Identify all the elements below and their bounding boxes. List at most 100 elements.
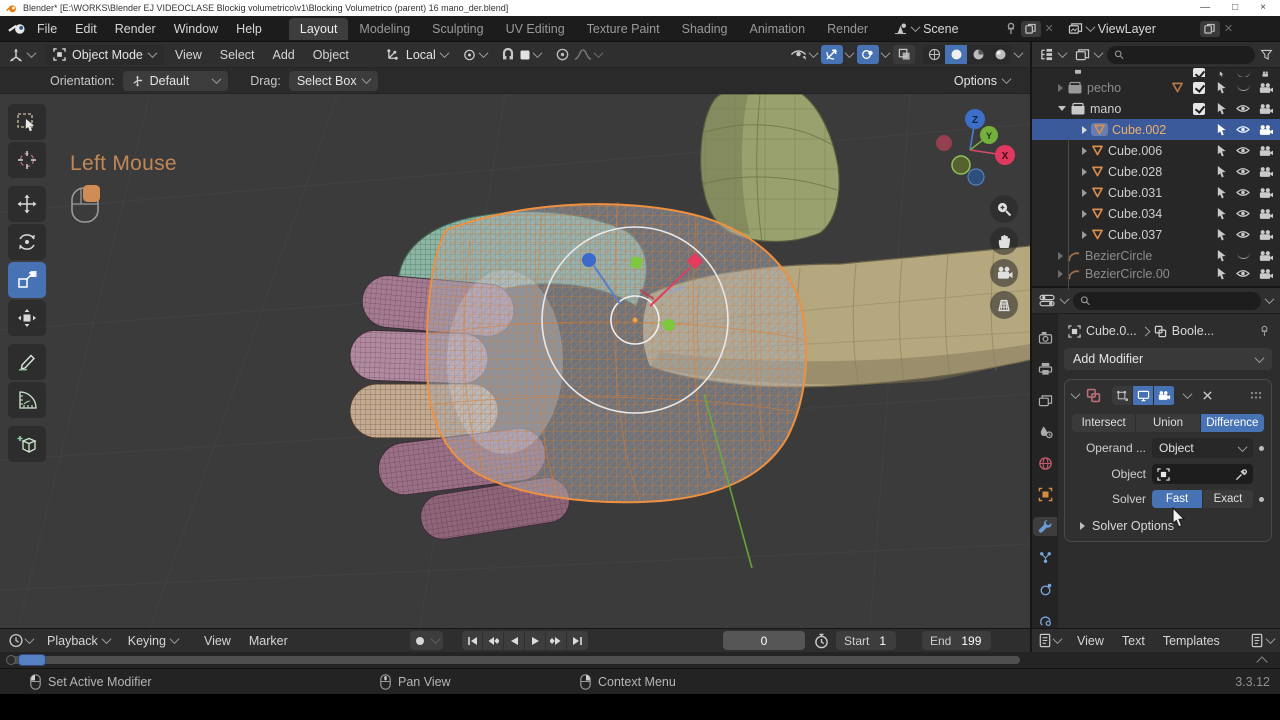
view-menu[interactable]: View xyxy=(196,632,239,650)
outliner-item-label[interactable]: pecho xyxy=(1087,81,1167,95)
record-icon[interactable] xyxy=(414,635,426,647)
overlays-toggle[interactable] xyxy=(857,45,891,64)
viewport-canvas[interactable]: Left Mouse Z Y X xyxy=(0,94,1030,628)
menu-select[interactable]: Select xyxy=(213,45,262,65)
tab-layout[interactable]: Layout xyxy=(288,17,349,40)
tab-shading[interactable]: Shading xyxy=(671,18,739,40)
add-cube-tool[interactable] xyxy=(8,426,46,462)
outliner-item-label[interactable]: Cube.002 xyxy=(1112,123,1206,137)
breadcrumb-modifier[interactable]: Boole... xyxy=(1172,324,1214,338)
pan-button[interactable] xyxy=(990,227,1018,255)
tab-particle-properties[interactable] xyxy=(1033,549,1057,568)
frame-start-field[interactable]: Start 1 xyxy=(836,631,897,650)
expand-arrow-icon[interactable] xyxy=(1058,269,1063,278)
tab-texture-paint[interactable]: Texture Paint xyxy=(576,18,671,40)
minimize-icon[interactable]: — xyxy=(1200,1,1210,15)
outliner-item-label[interactable]: Cube.031 xyxy=(1108,186,1206,200)
eye-open-icon[interactable] xyxy=(1236,125,1250,134)
upper-arm-mesh[interactable] xyxy=(700,94,840,243)
move-tool[interactable] xyxy=(8,186,46,222)
selectability-icon[interactable] xyxy=(1216,207,1227,220)
eye-open-icon[interactable] xyxy=(1236,269,1250,278)
wireframe-shading-button[interactable] xyxy=(923,45,945,64)
chevron-up-icon[interactable] xyxy=(1256,656,1268,668)
camera-render-icon[interactable] xyxy=(1258,187,1273,199)
outliner-item-label[interactable]: Cube.037 xyxy=(1108,228,1206,242)
pivot-point-dropdown[interactable] xyxy=(462,48,489,62)
zoom-button[interactable] xyxy=(990,195,1018,223)
selectability-icon[interactable] xyxy=(1216,144,1227,157)
animate-dot-icon[interactable] xyxy=(1259,445,1264,451)
new-view-layer-button[interactable] xyxy=(1199,20,1220,37)
filter-funnel-icon[interactable] xyxy=(1260,48,1273,61)
new-scene-button[interactable] xyxy=(1020,20,1041,37)
edit-mode-toggle[interactable] xyxy=(1112,386,1133,405)
new-text-button[interactable] xyxy=(1250,633,1276,648)
outliner-row-cube-034[interactable]: Cube.034 xyxy=(1032,203,1280,224)
selectability-icon[interactable] xyxy=(1216,102,1227,115)
playhead-knob[interactable] xyxy=(6,655,16,665)
jump-to-start-button[interactable] xyxy=(462,631,483,650)
drag-dropdown[interactable]: Select Box xyxy=(288,70,378,91)
view-layer-name[interactable]: ViewLayer xyxy=(1098,22,1156,36)
selectability-icon[interactable] xyxy=(1216,228,1227,241)
object-visibility-dropdown[interactable] xyxy=(790,48,819,61)
scrollbar-handle[interactable] xyxy=(18,654,46,666)
eye-open-icon[interactable] xyxy=(1236,167,1250,176)
eyedropper-icon[interactable] xyxy=(1235,468,1248,481)
text-editor-icon[interactable] xyxy=(1038,633,1052,648)
axis-navigation-gizmo[interactable]: Z Y X xyxy=(930,106,1020,190)
gizmo-z-handle[interactable] xyxy=(582,253,596,267)
text-templates-menu[interactable]: Templates xyxy=(1155,632,1228,650)
expand-arrow-icon[interactable] xyxy=(1058,83,1063,92)
outliner-row-pecho[interactable]: pecho xyxy=(1032,77,1280,98)
outliner-row-cube-002[interactable]: Cube.002 xyxy=(1032,119,1280,140)
mode-dropdown[interactable]: Object Mode xyxy=(45,44,164,65)
tab-animation[interactable]: Animation xyxy=(739,18,817,40)
view-layer-selector[interactable]: ViewLayer ✕ xyxy=(1068,20,1233,37)
outliner-search[interactable] xyxy=(1107,45,1255,64)
transform-tool[interactable] xyxy=(8,300,46,336)
properties-editor-icon[interactable] xyxy=(1039,294,1056,307)
camera-render-icon[interactable] xyxy=(1258,250,1273,262)
options-dropdown[interactable]: Options xyxy=(945,70,1018,91)
selectability-icon[interactable] xyxy=(1216,81,1227,94)
collapse-chevron-icon[interactable] xyxy=(1070,389,1081,400)
gizmo-y-handle[interactable] xyxy=(663,319,675,331)
drag-handle-icon[interactable] xyxy=(1250,391,1264,400)
expand-arrow-icon[interactable] xyxy=(1082,188,1087,197)
pin-icon[interactable] xyxy=(1005,22,1017,35)
selectability-icon[interactable] xyxy=(1216,267,1227,280)
solver-options-expander[interactable]: Solver Options xyxy=(1072,519,1264,533)
rendered-shading-button[interactable] xyxy=(989,45,1011,64)
camera-render-icon[interactable] xyxy=(1258,166,1273,178)
jump-to-keyframe-prev-button[interactable] xyxy=(483,631,504,650)
orientation-dropdown[interactable]: Default xyxy=(122,70,229,91)
playback-menu[interactable]: Playback xyxy=(39,632,118,650)
camera-render-icon[interactable] xyxy=(1258,229,1273,241)
tab-output-properties[interactable] xyxy=(1033,360,1057,379)
blender-logo-icon[interactable] xyxy=(8,22,28,36)
outliner-editor-icon[interactable] xyxy=(1039,48,1054,61)
cursor-tool[interactable] xyxy=(8,142,46,178)
camera-render-icon[interactable] xyxy=(1258,124,1273,136)
selectability-icon[interactable] xyxy=(1216,123,1227,136)
transform-orientation-dropdown[interactable]: Local xyxy=(386,48,450,62)
tab-physics-properties[interactable] xyxy=(1033,580,1057,599)
union-button[interactable]: Union xyxy=(1136,414,1201,432)
gizmos-toggle[interactable] xyxy=(821,45,855,64)
snap-target-dropdown[interactable] xyxy=(519,48,543,61)
stopwatch-icon[interactable] xyxy=(814,633,829,649)
camera-render-icon[interactable] xyxy=(1258,145,1273,157)
jump-to-keyframe-next-button[interactable] xyxy=(546,631,567,650)
measure-tool[interactable] xyxy=(8,382,46,418)
camera-render-icon[interactable] xyxy=(1258,268,1273,280)
outliner-row-partial[interactable] xyxy=(1032,68,1280,77)
timeline-editor-icon[interactable] xyxy=(8,633,24,648)
outliner-item-label[interactable]: Cube.034 xyxy=(1108,207,1206,221)
tab-uv-editing[interactable]: UV Editing xyxy=(495,18,576,40)
expand-arrow-icon[interactable] xyxy=(1082,209,1087,218)
outliner-row-beziercircle[interactable]: BezierCircle xyxy=(1032,245,1280,266)
camera-render-icon[interactable] xyxy=(1258,208,1273,220)
text-text-menu[interactable]: Text xyxy=(1114,632,1153,650)
